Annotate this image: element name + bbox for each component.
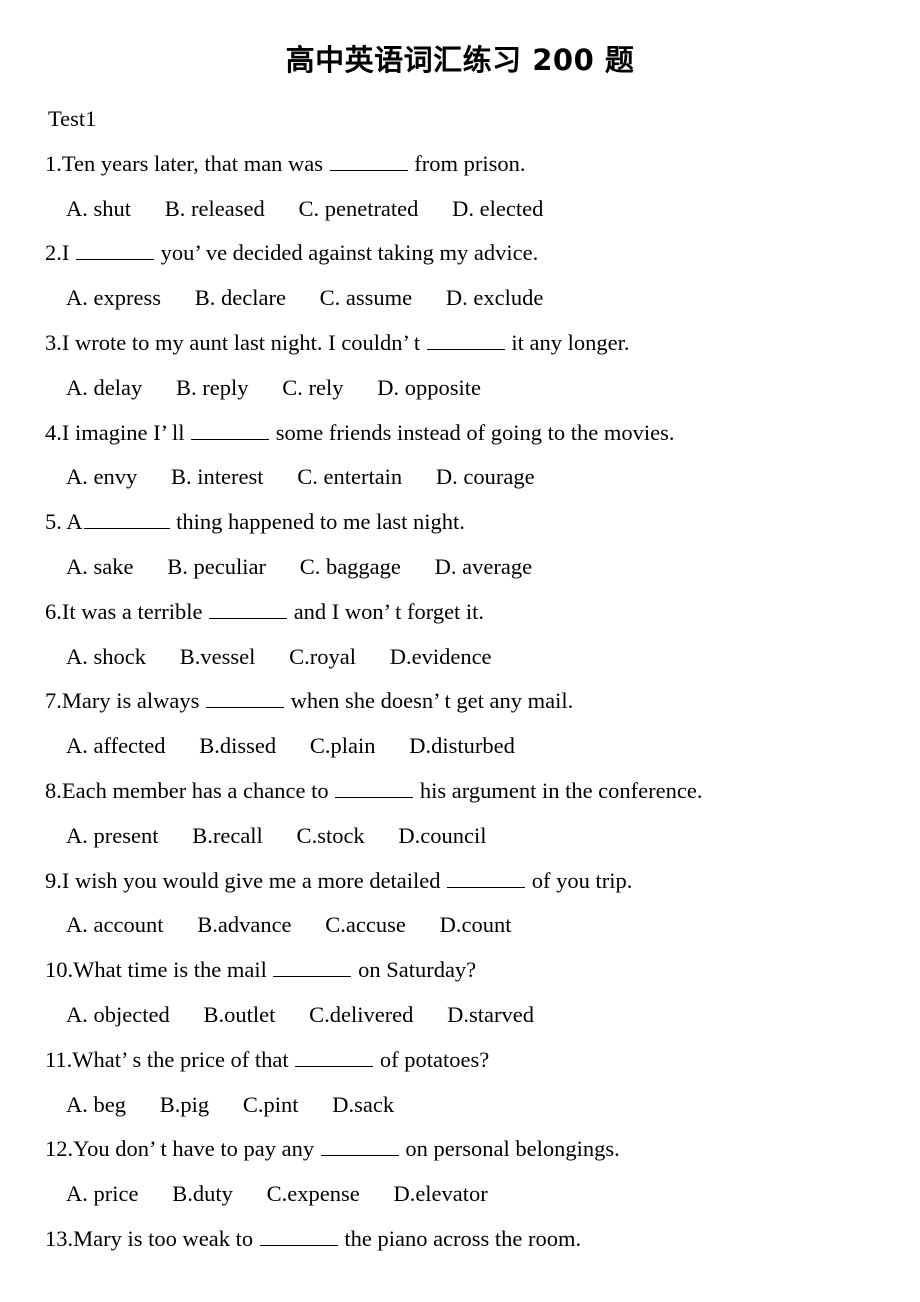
answer-blank[interactable] bbox=[426, 332, 505, 350]
option-line: A. shut B. released C. penetrated D. ele… bbox=[66, 195, 544, 221]
page-title: 高中英语词汇练习 200 题 bbox=[285, 43, 635, 77]
question-line: 1.Ten years later, that man was from pri… bbox=[45, 142, 875, 187]
question-number: 13. bbox=[45, 1225, 74, 1251]
question-line: 5. A thing happened to me last night. bbox=[45, 500, 875, 545]
question-line: 8.Each member has a chance to his argume… bbox=[45, 769, 875, 814]
answer-blank[interactable] bbox=[205, 690, 284, 709]
question-text-before-blank: Each member has a chance to bbox=[61, 777, 335, 803]
question-text-after-blank: some friends instead of going to the mov… bbox=[270, 419, 675, 445]
question-line: 11.What’ s the price of that of potatoes… bbox=[45, 1038, 875, 1083]
question-number: 5. bbox=[45, 509, 62, 535]
option-line: A. express B. declare C. assume D. exclu… bbox=[66, 285, 544, 311]
question-text-after-blank: on Saturday? bbox=[352, 957, 477, 983]
answer-blank[interactable] bbox=[83, 511, 170, 530]
answer-blank[interactable] bbox=[335, 780, 414, 798]
question-text-before-blank: Mary is too weak to bbox=[73, 1225, 259, 1251]
question-line: 13.Mary is too weak to the piano across … bbox=[45, 1217, 875, 1262]
question-text-after-blank: thing happened to me last night. bbox=[170, 509, 465, 535]
question-line: 7.Mary is always when she doesn’ t get a… bbox=[45, 679, 875, 724]
answer-blank[interactable] bbox=[447, 870, 526, 888]
question-text-before-blank: It was a terrible bbox=[61, 598, 209, 624]
question-text-before-blank: I wish you would give me a more detailed bbox=[61, 867, 447, 893]
question-text-after-blank: his argument in the conference. bbox=[414, 777, 703, 803]
question-text-after-blank: and I won’ t forget it. bbox=[288, 598, 485, 624]
question-text-before-blank: I wrote to my aunt last night. I couldn’… bbox=[61, 329, 426, 355]
option-line: A. sake B. peculiar C. baggage D. averag… bbox=[66, 553, 533, 579]
question-text-after-blank: the piano across the room. bbox=[338, 1225, 582, 1251]
answer-blank[interactable] bbox=[259, 1228, 338, 1246]
answer-blank[interactable] bbox=[320, 1138, 399, 1157]
answer-blank[interactable] bbox=[191, 422, 270, 440]
option-line: A. shock B.vessel C.royal D.evidence bbox=[66, 643, 492, 669]
document-page: 高中英语词汇练习 200 题 Test1 1.Ten years later, … bbox=[0, 0, 920, 1302]
option-line: A. beg B.pig C.pint D.sack bbox=[66, 1091, 395, 1117]
question-number: 12. bbox=[45, 1136, 74, 1162]
question-line: 10.What time is the mail on Saturday? bbox=[45, 948, 875, 993]
question-text-before-blank: A bbox=[61, 509, 83, 535]
question-text-before-blank: Mary is always bbox=[61, 688, 205, 714]
question-number: 6. bbox=[45, 598, 62, 624]
question-line: 12.You don’ t have to pay any on persona… bbox=[45, 1127, 875, 1172]
question-number: 10. bbox=[45, 957, 74, 983]
question-text-after-blank: it any longer. bbox=[505, 329, 630, 355]
option-line: A. present B.recall C.stock D.council bbox=[66, 822, 487, 848]
question-text-after-blank: on personal belongings. bbox=[399, 1136, 620, 1162]
question-list: 1.Ten years later, that man was from pri… bbox=[45, 142, 875, 1262]
question-text-after-blank: of you trip. bbox=[526, 867, 633, 893]
question-number: 9. bbox=[45, 867, 62, 893]
option-line: A. delay B. reply C. rely D. opposite bbox=[66, 374, 481, 400]
option-line: A. account B.advance C.accuse D.count bbox=[66, 912, 512, 938]
question-text-before-blank: I bbox=[61, 240, 75, 266]
section-label: Test1 bbox=[48, 106, 97, 131]
question-line: 2.I you’ ve decided against taking my ad… bbox=[45, 231, 875, 276]
question-text-before-blank: What time is the mail bbox=[73, 957, 273, 983]
answer-blank[interactable] bbox=[76, 242, 154, 261]
question-text-before-blank: I imagine I’ ll bbox=[61, 419, 191, 445]
question-line: 3.I wrote to my aunt last night. I could… bbox=[45, 321, 875, 366]
option-line: A. price B.duty C.expense D.elevator bbox=[66, 1181, 488, 1207]
question-text-before-blank: You don’ t have to pay any bbox=[73, 1136, 320, 1162]
exercise-body: Test1 1.Ten years later, that man was fr… bbox=[45, 97, 875, 1262]
question-number: 2. bbox=[45, 240, 62, 266]
question-line: 9.I wish you would give me a more detail… bbox=[45, 859, 875, 904]
question-number: 7. bbox=[45, 688, 62, 714]
answer-blank[interactable] bbox=[273, 959, 352, 978]
question-text-after-blank: when she doesn’ t get any mail. bbox=[284, 688, 574, 714]
question-line: 6.It was a terrible and I won’ t forget … bbox=[45, 590, 875, 635]
question-number: 1. bbox=[45, 150, 62, 176]
question-text-before-blank: What’ s the price of that bbox=[72, 1046, 295, 1072]
answer-blank[interactable] bbox=[329, 153, 408, 171]
question-text-before-blank: Ten years later, that man was bbox=[61, 150, 329, 176]
option-line: A. objected B.outlet C.delivered D.starv… bbox=[66, 1001, 535, 1027]
answer-blank[interactable] bbox=[295, 1049, 374, 1067]
answer-blank[interactable] bbox=[209, 601, 288, 619]
option-line: A. envy B. interest C. entertain D. cour… bbox=[66, 464, 535, 490]
question-number: 3. bbox=[45, 329, 62, 355]
option-line: A. affected B.dissed C.plain D.disturbed bbox=[66, 733, 515, 759]
question-number: 11. bbox=[45, 1046, 73, 1072]
question-text-after-blank: of potatoes? bbox=[374, 1046, 490, 1072]
question-number: 8. bbox=[45, 777, 62, 803]
question-text-after-blank: from prison. bbox=[408, 150, 526, 176]
question-text-after-blank: you’ ve decided against taking my advice… bbox=[155, 240, 539, 266]
question-number: 4. bbox=[45, 419, 62, 445]
question-line: 4.I imagine I’ ll some friends instead o… bbox=[45, 411, 875, 456]
